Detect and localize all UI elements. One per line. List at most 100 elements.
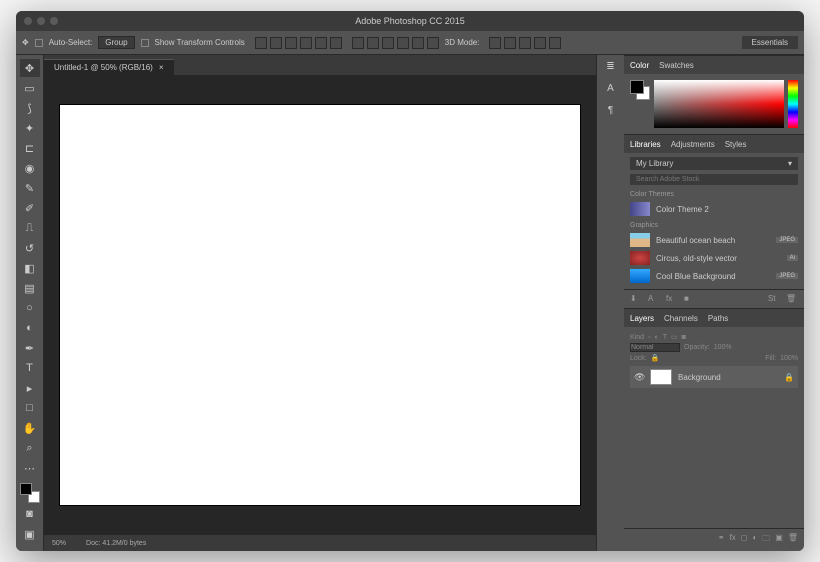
filter-smart-icon[interactable]: ◙ [682,334,686,341]
distribute-icon[interactable] [382,37,394,49]
magic-wand-tool[interactable]: ✦ [20,119,40,137]
library-item[interactable]: Beautiful ocean beach JPEG [630,231,798,249]
library-item[interactable]: Color Theme 2 [630,200,798,218]
edit-toolbar[interactable]: ⋯ [20,459,40,477]
lock-icon[interactable]: 🔒 [651,354,660,362]
workspace-switcher[interactable]: Essentials [742,36,798,49]
gradient-tool[interactable]: ▤ [20,279,40,297]
mode-3d-icon[interactable] [519,37,531,49]
tab-styles[interactable]: Styles [725,140,747,149]
move-tool[interactable]: ✥ [20,59,40,77]
distribute-icon[interactable] [397,37,409,49]
rectangle-tool[interactable]: □ [20,399,40,417]
document-tab[interactable]: Untitled-1 @ 50% (RGB/16) × [44,59,174,75]
blend-mode-dropdown[interactable] [630,343,680,352]
marquee-tool[interactable]: ▭ [20,79,40,97]
blur-tool[interactable]: ○ [20,299,40,317]
brush-tool[interactable]: ✐ [20,199,40,217]
library-search[interactable]: Search Adobe Stock [630,174,798,185]
filter-shape-icon[interactable]: ▭ [671,333,678,341]
tab-libraries[interactable]: Libraries [630,140,661,149]
color-picker[interactable] [654,80,784,128]
zoom-tool[interactable]: ⌕ [20,439,40,457]
history-brush-tool[interactable]: ↺ [20,239,40,257]
quick-mask-tool[interactable]: ◙ [20,505,40,523]
mode-3d-icon[interactable] [489,37,501,49]
hand-tool[interactable]: ✋ [20,419,40,437]
color-chips[interactable] [630,80,650,100]
path-selection-tool[interactable]: ▸ [20,379,40,397]
group-icon[interactable]: 🗀 [762,533,770,547]
align-icon[interactable] [315,37,327,49]
tab-swatches[interactable]: Swatches [659,61,694,70]
add-color-icon[interactable]: ■ [684,294,696,304]
type-tool[interactable]: T [20,359,40,377]
align-icon[interactable] [255,37,267,49]
distribute-icon[interactable] [367,37,379,49]
filter-adjust-icon[interactable]: ◐ [655,334,659,341]
link-layers-icon[interactable]: ⚭ [718,533,725,547]
add-character-style-icon[interactable]: A [648,294,660,304]
stock-icon[interactable]: St [768,294,780,304]
screen-mode-tool[interactable]: ▣ [20,525,40,543]
add-graphic-icon[interactable]: ⬇ [630,294,642,304]
opacity-value[interactable]: 100% [714,344,732,351]
tab-paths[interactable]: Paths [708,314,728,323]
layer-name[interactable]: Background [678,373,721,382]
align-icon[interactable] [285,37,297,49]
layer-style-icon[interactable]: fx [730,533,736,547]
tab-color[interactable]: Color [630,61,649,70]
eraser-tool[interactable]: ◧ [20,259,40,277]
lasso-tool[interactable]: ⟆ [20,99,40,117]
adjustment-layer-icon[interactable]: ◐ [752,533,757,547]
pen-tool[interactable]: ✒ [20,339,40,357]
new-layer-icon[interactable]: ▣ [775,533,783,547]
mode-3d-icon[interactable] [534,37,546,49]
zoom-level[interactable]: 50% [52,540,66,547]
crop-tool[interactable]: ⊏ [20,139,40,157]
layer-thumbnail[interactable] [650,369,672,385]
history-panel-icon[interactable]: ≣ [602,59,620,73]
paragraph-panel-icon[interactable]: ¶ [602,103,620,117]
delete-icon[interactable]: 🗑 [786,294,798,304]
add-layer-style-icon[interactable]: fx [666,294,678,304]
library-item[interactable]: Circus, old-style vector Ai [630,249,798,267]
align-icon[interactable] [300,37,312,49]
color-chips[interactable] [20,483,40,503]
healing-brush-tool[interactable]: ✎ [20,179,40,197]
maximize-window-icon[interactable] [50,17,58,25]
lock-icon[interactable]: 🔒 [784,373,794,382]
layer-mask-icon[interactable]: ◻ [741,533,748,547]
library-dropdown[interactable]: My Library▾ [630,157,798,170]
hue-slider[interactable] [788,80,798,128]
mode-3d-icon[interactable] [504,37,516,49]
tab-layers[interactable]: Layers [630,314,654,323]
fill-value[interactable]: 100% [780,355,798,362]
align-icon[interactable] [270,37,282,49]
close-tab-icon[interactable]: × [159,63,164,72]
dodge-tool[interactable]: ◐ [20,319,40,337]
auto-select-dropdown[interactable]: Group [98,36,134,49]
doc-info[interactable]: Doc: 41.2M/0 bytes [86,540,146,547]
foreground-color-chip[interactable] [20,483,32,495]
clone-stamp-tool[interactable]: ⎍ [20,219,40,237]
distribute-icon[interactable] [427,37,439,49]
canvas[interactable] [60,105,580,505]
delete-layer-icon[interactable]: 🗑 [788,533,798,547]
canvas-viewport[interactable] [44,75,596,535]
close-window-icon[interactable] [24,17,32,25]
minimize-window-icon[interactable] [37,17,45,25]
mode-3d-icon[interactable] [549,37,561,49]
visibility-icon[interactable]: 👁 [634,372,644,383]
show-transform-checkbox[interactable] [141,39,149,47]
distribute-icon[interactable] [352,37,364,49]
eyedropper-tool[interactable]: ◉ [20,159,40,177]
align-icon[interactable] [330,37,342,49]
tab-adjustments[interactable]: Adjustments [671,140,715,149]
layer-row[interactable]: 👁 Background 🔒 [630,366,798,388]
filter-pixel-icon[interactable]: ▫ [648,334,650,341]
filter-type-icon[interactable]: T [663,334,667,341]
tab-channels[interactable]: Channels [664,314,698,323]
library-item[interactable]: Cool Blue Background JPEG [630,267,798,285]
distribute-icon[interactable] [412,37,424,49]
